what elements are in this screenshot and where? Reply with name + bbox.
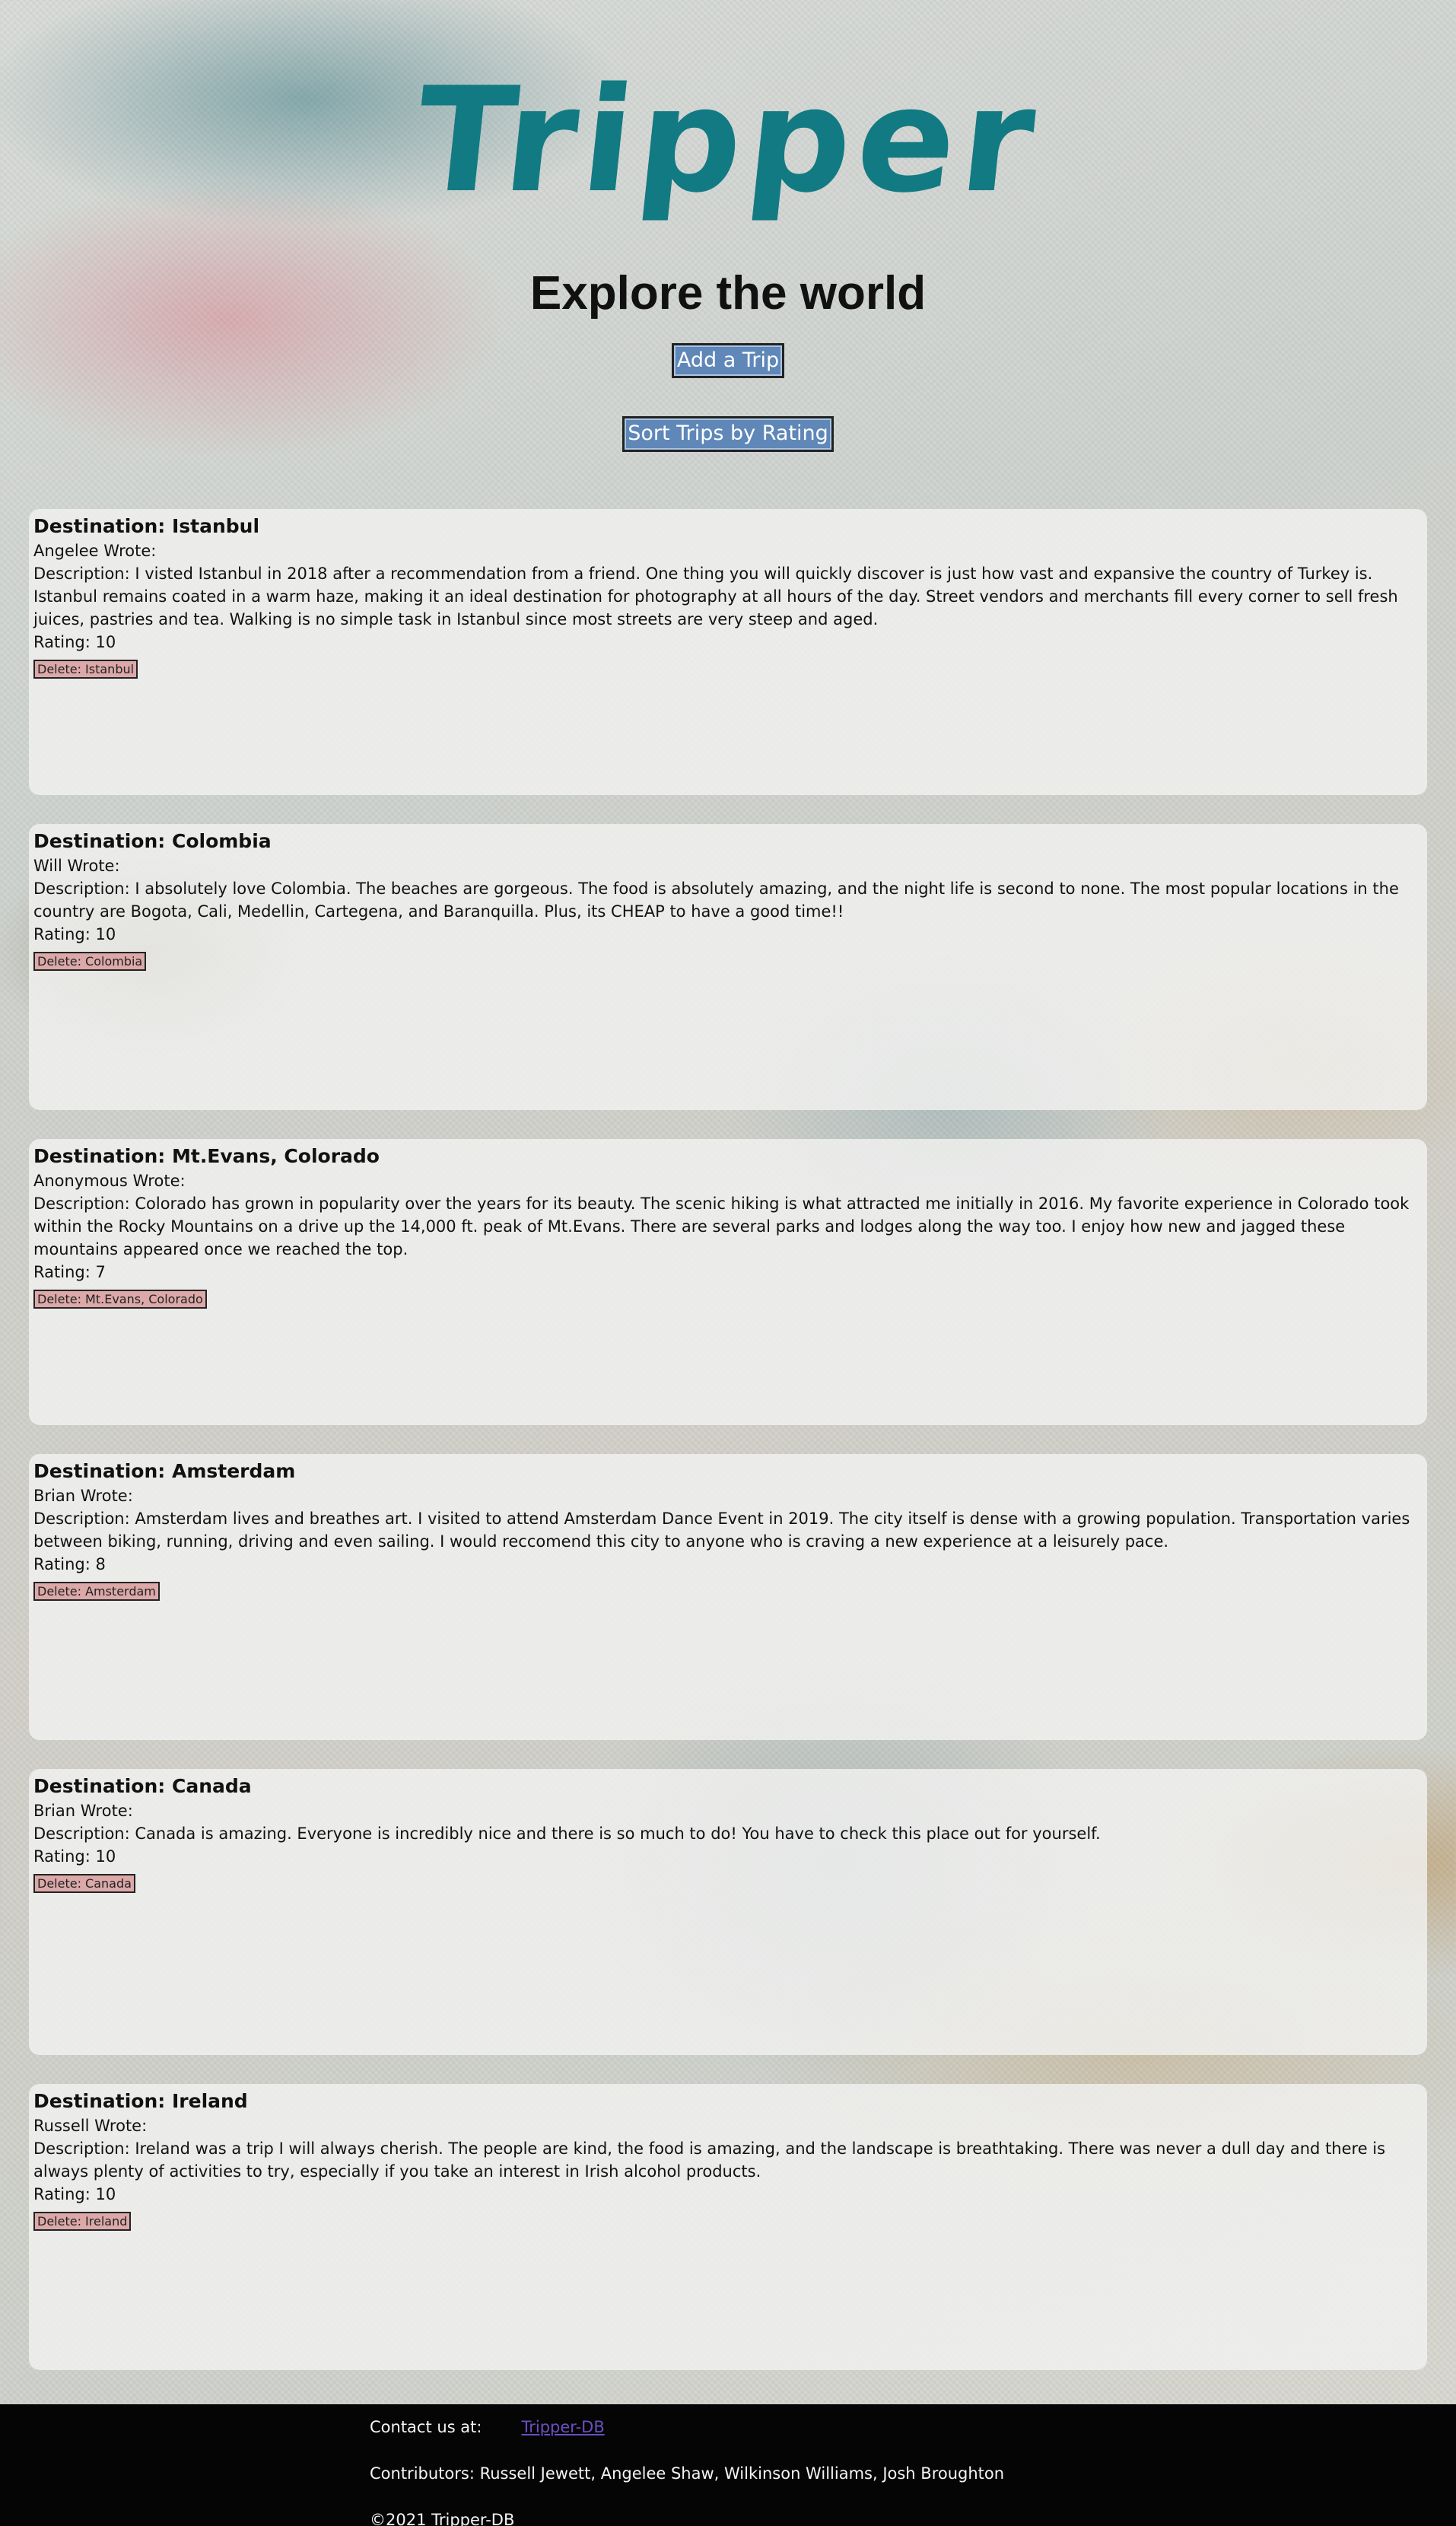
contact-label: Contact us at:: [370, 2418, 482, 2436]
contact-link[interactable]: Tripper-DB: [521, 2418, 604, 2436]
trip-rating: Rating: 10: [33, 1847, 116, 1866]
trip-destination: Destination: Canada: [33, 1774, 252, 1797]
trip-card: Destination: Mt.Evans, Colorado Anonymou…: [29, 1138, 1427, 1425]
trip-author: Russell Wrote:: [33, 2116, 148, 2135]
delete-trip-button[interactable]: Delete: Istanbul: [33, 659, 138, 679]
trip-description: Description: Amsterdam lives and breathe…: [33, 1509, 1410, 1551]
trip-destination: Destination: Colombia: [33, 829, 272, 852]
trip-card: Destination: Canada Brian Wrote: Descrip…: [29, 1768, 1427, 2055]
delete-trip-button[interactable]: Delete: Colombia: [33, 951, 147, 972]
footer-contact: Contact us at: Tripper-DB: [370, 2418, 1004, 2464]
trip-author: Brian Wrote:: [33, 1801, 133, 1820]
footer-copyright: ©2021 Tripper-DB: [370, 2511, 515, 2526]
delete-trip-button[interactable]: Delete: Canada: [33, 1873, 135, 1894]
trip-rating: Rating: 8: [33, 1554, 106, 1573]
trip-destination: Destination: Mt.Evans, Colorado: [33, 1144, 380, 1167]
trip-description: Description: Colorado has grown in popul…: [33, 1194, 1410, 1258]
trip-list: Destination: Istanbul Angelee Wrote: Des…: [0, 508, 1456, 2370]
trip-card: Destination: Amsterdam Brian Wrote: Desc…: [29, 1453, 1427, 1740]
trip-author: Angelee Wrote:: [33, 541, 157, 560]
page-header: Tripper Explore the world Add a Trip Sor…: [0, 0, 1456, 452]
trip-rating: Rating: 10: [33, 2184, 116, 2203]
trip-author: Will Wrote:: [33, 856, 120, 875]
delete-trip-button[interactable]: Delete: Amsterdam: [33, 1581, 160, 1602]
trip-card: Destination: Istanbul Angelee Wrote: Des…: [29, 508, 1427, 795]
delete-trip-button[interactable]: Delete: Mt.Evans, Colorado: [33, 1289, 207, 1309]
delete-trip-button[interactable]: Delete: Ireland: [33, 2211, 132, 2232]
footer-contributors: Contributors: Russell Jewett, Angelee Sh…: [370, 2464, 1005, 2483]
sort-trips-button[interactable]: Sort Trips by Rating: [622, 416, 834, 452]
trip-author: Brian Wrote:: [33, 1486, 133, 1505]
trip-rating: Rating: 10: [33, 632, 116, 651]
trip-description: Description: I visted Istanbul in 2018 a…: [33, 564, 1398, 628]
trip-description: Description: Canada is amazing. Everyone…: [33, 1824, 1101, 1843]
trip-author: Anonymous Wrote:: [33, 1171, 186, 1190]
trip-description: Description: Ireland was a trip I will a…: [33, 2139, 1386, 2181]
trip-rating: Rating: 7: [33, 1262, 106, 1281]
trip-card: Destination: Colombia Will Wrote: Descri…: [29, 823, 1427, 1110]
page-tagline: Explore the world: [529, 267, 927, 320]
page-footer: Contact us at: Tripper-DB Contributors: R…: [0, 2404, 1456, 2526]
trip-description: Description: I absolutely love Colombia.…: [33, 879, 1399, 921]
trip-card: Destination: Ireland Russell Wrote: Desc…: [29, 2083, 1427, 2370]
trip-rating: Rating: 10: [33, 924, 116, 943]
trip-destination: Destination: Amsterdam: [33, 1459, 296, 1482]
site-logo: Tripper: [408, 56, 1048, 224]
trip-destination: Destination: Ireland: [33, 2089, 248, 2112]
trip-destination: Destination: Istanbul: [33, 514, 260, 537]
add-trip-button[interactable]: Add a Trip: [671, 343, 785, 379]
